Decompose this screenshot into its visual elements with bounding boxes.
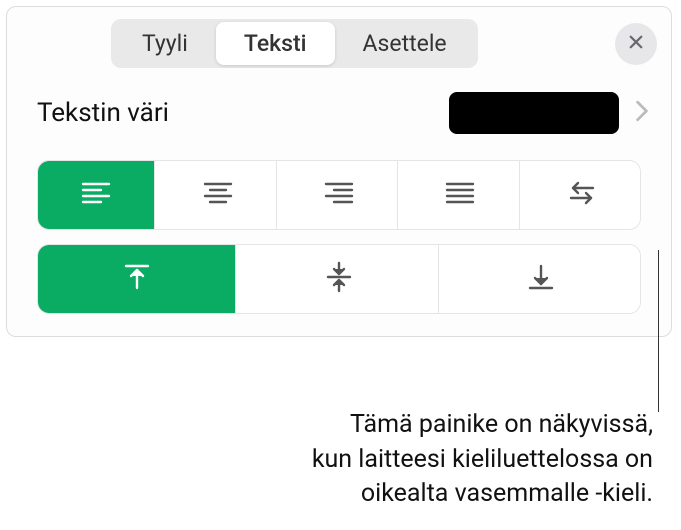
align-justify-button[interactable]: [402, 161, 519, 229]
tab-text[interactable]: Teksti: [216, 22, 335, 65]
text-color-label: Tekstin väri: [37, 98, 437, 128]
panel-header: Tyyli Teksti Asettele: [7, 7, 671, 78]
valign-bottom-icon: [524, 260, 558, 298]
tabbar: Tyyli Teksti Asettele: [111, 19, 478, 68]
callout-leader-line: [658, 250, 659, 412]
callout-text: Tämä painike on näkyvissä, kun laitteesi…: [223, 408, 653, 512]
tab-style[interactable]: Tyyli: [114, 22, 216, 65]
align-center-icon: [201, 176, 235, 214]
align-right-button[interactable]: [281, 161, 398, 229]
text-color-more[interactable]: [631, 100, 653, 126]
vertical-align-row: [37, 244, 641, 314]
text-color-swatch[interactable]: [449, 92, 619, 134]
align-left-button[interactable]: [38, 161, 155, 229]
align-right-icon: [322, 176, 356, 214]
text-color-row: Tekstin väri: [7, 78, 671, 148]
callout-line-1: Tämä painike on näkyvissä,: [223, 408, 653, 443]
close-button[interactable]: [615, 23, 657, 65]
callout-line-2: kun laitteesi kieliluettelossa on: [223, 443, 653, 478]
align-justify-icon: [443, 176, 477, 214]
valign-middle-icon: [322, 260, 356, 298]
valign-top-icon: [120, 260, 154, 298]
align-left-icon: [79, 176, 113, 214]
align-center-button[interactable]: [159, 161, 276, 229]
valign-bottom-button[interactable]: [443, 245, 640, 313]
valign-middle-button[interactable]: [240, 245, 438, 313]
close-icon: [627, 33, 645, 55]
text-direction-button[interactable]: [524, 161, 640, 229]
valign-top-button[interactable]: [38, 245, 236, 313]
chevron-right-icon: [635, 100, 649, 126]
tab-layout[interactable]: Asettele: [335, 22, 475, 65]
callout-line-3: oikealta vasemmalle -kieli.: [223, 477, 653, 512]
formatting-panel: Tyyli Teksti Asettele Tekstin väri: [6, 6, 672, 337]
horizontal-align-row: [37, 160, 641, 230]
alignment-group: [7, 148, 671, 336]
text-direction-icon: [565, 176, 599, 214]
